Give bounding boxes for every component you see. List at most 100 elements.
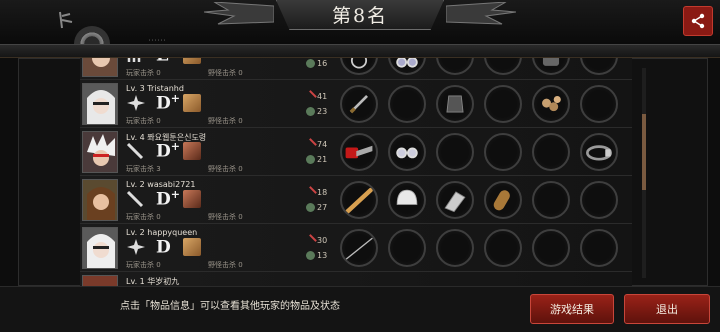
item-slot[interactable] [532,181,570,219]
player-grade: E [156,58,169,66]
item-slot[interactable] [388,58,426,75]
item-slot[interactable] [388,181,426,219]
player-kills: 玩家击杀 3 [126,165,161,173]
attack-stat: 30 [304,234,327,247]
glasses-icon [396,58,418,68]
item-slot[interactable] [436,85,474,123]
needle-icon [345,237,373,261]
panel-frame [0,44,720,58]
capsule-icon [493,190,510,211]
rank-title: 第8名 [331,5,389,27]
exit-button[interactable]: 退出 [624,294,710,324]
defense-stat: 21 [306,155,327,164]
item-slot[interactable] [436,133,474,171]
attack-stat: 18 [304,186,327,199]
item-slot[interactable] [388,229,426,267]
player-kills: 玩家击杀 0 [126,261,161,269]
item-slot[interactable] [436,181,474,219]
hand-item-icon [183,58,201,64]
player-kills: 玩家击杀 0 [126,69,161,77]
player-row[interactable]: Lv. 2 wasabi2721 D+ 玩家击杀 0 野怪击杀 0 18 27 [80,176,632,224]
player-row[interactable]: Lv. 2 happyqueen D 玩家击杀 0 野怪击杀 0 30 13 [80,224,632,272]
hand-item-icon [183,238,201,256]
item-slot[interactable] [340,133,378,171]
item-slot[interactable] [436,229,474,267]
item-slot[interactable] [580,58,618,75]
player-grade: D+ [156,188,180,210]
item-slot[interactable] [388,85,426,123]
glove-icon [542,58,560,66]
chainsaw-icon [345,145,373,159]
item-slot[interactable] [580,133,618,171]
monster-kills: 野怪击杀 0 [208,69,243,77]
item-slot[interactable] [388,133,426,171]
hand-item-icon [183,94,201,112]
item-slot[interactable] [532,85,570,123]
item-slot[interactable] [532,133,570,171]
player-list[interactable]: E 玩家击杀 0 野怪击杀 0 16 Lv. 3 Tristanhd D+ 玩家… [80,58,632,286]
claw-icon [127,58,141,62]
shuriken-icon [127,95,145,111]
item-slot[interactable] [484,85,522,123]
player-kills: 玩家击杀 0 [126,213,161,221]
monster-kills: 野怪击杀 0 [208,117,243,125]
glasses-icon [396,147,418,159]
defense-stat: 23 [306,107,327,116]
rank-title-plate: 第8名 [276,0,444,30]
shuriken-icon [127,239,145,255]
gauntlet-icon [444,191,466,213]
player-avatar [82,131,118,173]
helmet-icon [396,189,418,205]
sword-icon [126,142,144,160]
game-result-button[interactable]: 游戏结果 [530,294,614,324]
bat-icon [345,187,373,214]
player-avatar [82,227,118,269]
player-row[interactable]: Lv. 3 Tristanhd D+ 玩家击杀 0 野怪击杀 0 41 23 [80,80,632,128]
monster-kills: 野怪击杀 0 [208,165,243,173]
share-button[interactable] [683,6,713,36]
right-wing-ornament-icon [446,2,516,25]
item-slot[interactable] [484,229,522,267]
item-slot[interactable] [340,85,378,123]
player-avatar [82,58,118,77]
player-grade: D [156,237,171,258]
player-row[interactable]: Lv. 1 华岁初九 [80,272,632,286]
player-row[interactable]: E 玩家击杀 0 野怪击杀 0 16 [80,58,632,80]
item-slot[interactable] [340,229,378,267]
defense-stat: 13 [306,251,327,260]
defense-stat: 27 [306,203,327,212]
player-grade: D+ [156,92,180,114]
item-info-hint: 点击「物品信息」可以查看其他玩家的物品及状态 [120,301,340,312]
item-slot[interactable] [340,58,378,75]
item-slot[interactable] [484,133,522,171]
belt-icon [586,145,612,161]
share-icon [691,13,705,29]
item-slot[interactable] [580,181,618,219]
ring-icon [350,58,368,69]
chain-icon [542,95,561,112]
player-avatar [82,179,118,221]
armor-icon [446,95,464,113]
player-row[interactable]: Lv. 4 쫘요웹툰은신도령 D+ 玩家击杀 3 野怪击杀 0 74 21 [80,128,632,176]
item-slot[interactable] [340,181,378,219]
stick-figure-decoration-icon [59,11,73,29]
item-slot[interactable] [484,58,522,75]
defense-stat: 16 [306,59,327,68]
player-avatar [82,275,118,286]
attack-stat: 74 [304,138,327,151]
player-avatar [82,83,118,125]
scrollbar-thumb[interactable] [642,114,646,190]
player-kills: 玩家击杀 0 [126,117,161,125]
player-level-name: Lv. 1 华岁初九 [126,277,180,286]
item-slot[interactable] [484,181,522,219]
item-slot[interactable] [580,85,618,123]
item-slot[interactable] [436,58,474,75]
player-grade: D+ [156,140,180,162]
hand-item-icon [183,142,201,160]
item-slot[interactable] [532,58,570,75]
hand-item-icon [183,190,201,208]
item-slot[interactable] [580,229,618,267]
item-slot[interactable] [532,229,570,267]
sword-icon [126,190,144,208]
attack-stat: 41 [304,90,327,103]
